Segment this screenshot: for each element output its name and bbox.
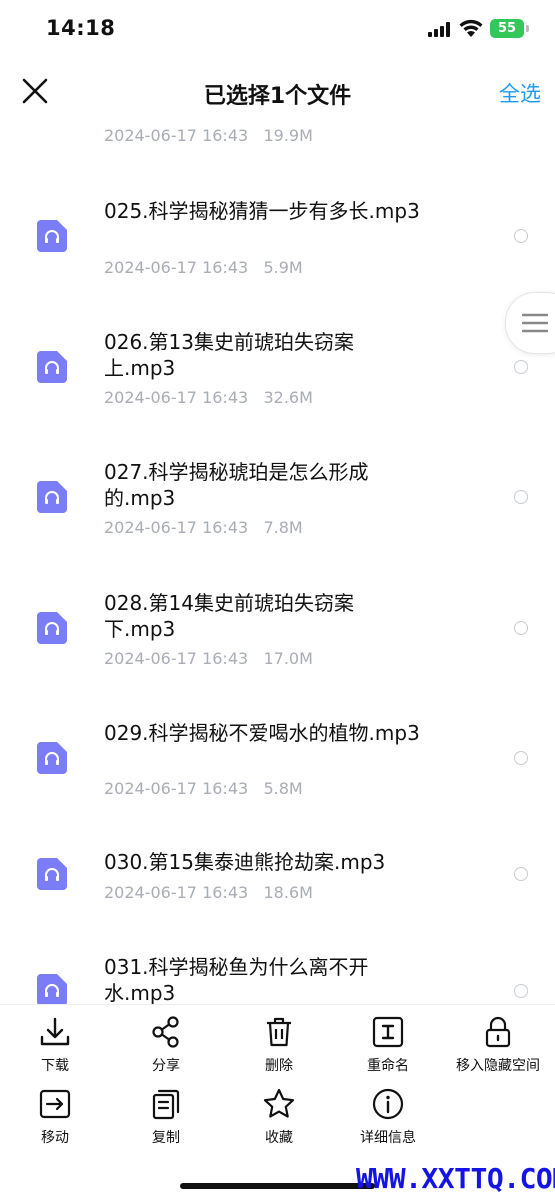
move-label: 移动 [41,1130,69,1146]
share-icon [152,1016,179,1048]
list-item-meta: 2024-06-17 16:43 18.6M [104,883,313,902]
file-date: 2024-06-17 16:43 [104,649,249,668]
list-item-meta: 2024-06-17 16:43 5.9M [104,258,303,277]
file-size: 5.9M [263,258,303,277]
select-radio[interactable] [514,490,528,504]
copy-icon [152,1089,180,1120]
audio-file-icon [37,858,67,890]
details-button[interactable]: 详细信息 [338,1087,438,1147]
file-size: 17.0M [263,649,313,668]
file-name: 026.第13集史前琥珀失窃案上.mp3 [104,330,354,380]
move-to-private-label: 移入隐藏空间 [456,1058,540,1074]
file-size: 7.8M [263,518,303,537]
audio-file-icon [37,481,67,513]
file-date: 2024-06-17 16:43 [104,388,249,407]
select-radio[interactable] [514,984,528,998]
wifi-icon [459,19,483,37]
rename-button[interactable]: 重命名 [338,1015,438,1075]
header: 已选择1个文件 全选 [0,60,555,124]
file-date: 2024-06-17 16:43 [104,779,249,798]
status-bar: 14:18 55 [0,0,555,60]
file-date: 2024-06-17 16:43 [104,883,249,902]
page-title: 已选择1个文件 [203,84,352,109]
status-time: 14:18 [46,16,116,40]
battery-icon: 55 [490,19,524,38]
download-label: 下载 [41,1058,69,1074]
audio-file-icon [37,220,67,252]
audio-file-icon [37,351,67,383]
audio-file-icon [37,612,67,644]
list-item-meta: 2024-06-17 16:43 19.9M [104,126,313,145]
move-button[interactable]: 移动 [5,1087,105,1147]
share-button[interactable]: 分享 [116,1015,216,1075]
file-name: 029.科学揭秘不爱喝水的植物.mp3 [104,721,420,745]
select-radio[interactable] [514,229,528,243]
file-name: 027.科学揭秘琥珀是怎么形成的.mp3 [104,460,369,510]
file-name: 031.科学揭秘鱼为什么离不开水.mp3 [104,955,369,1005]
file-date: 2024-06-17 16:43 [104,518,249,537]
cellular-signal-icon [428,21,454,37]
list-item-meta: 2024-06-17 16:43 7.8M [104,518,303,537]
copy-button[interactable]: 复制 [116,1087,216,1147]
home-indicator [180,1183,375,1189]
info-icon [372,1088,404,1120]
rename-icon [372,1016,404,1048]
file-date: 2024-06-17 16:43 [104,258,249,277]
file-size: 18.6M [263,883,313,902]
menu-icon [522,313,548,333]
rename-label: 重命名 [367,1058,409,1074]
watermark: WWW.XXTTQ.COM [356,1162,555,1195]
copy-label: 复制 [152,1130,180,1146]
list-item-meta: 2024-06-17 16:43 32.6M [104,388,313,407]
star-icon [263,1088,295,1118]
select-radio[interactable] [514,751,528,765]
delete-label: 删除 [265,1058,293,1074]
delete-button[interactable]: 删除 [229,1015,329,1075]
file-name: 025.科学揭秘猜猜一步有多长.mp3 [104,199,420,223]
trash-icon [267,1017,291,1047]
audio-file-icon [37,974,67,1006]
select-radio[interactable] [514,621,528,635]
file-size: 32.6M [263,388,313,407]
move-to-private-button[interactable]: 移入隐藏空间 [448,1015,548,1075]
list-item-meta: 2024-06-17 16:43 17.0M [104,649,313,668]
move-icon [39,1089,71,1119]
details-label: 详细信息 [360,1130,416,1146]
download-button[interactable]: 下载 [5,1015,105,1075]
audio-file-icon [37,742,67,774]
file-size: 19.9M [263,126,313,145]
file-size: 5.8M [263,779,303,798]
select-all-button[interactable]: 全选 [499,78,541,108]
select-radio[interactable] [514,360,528,374]
download-icon [40,1017,70,1046]
file-name: 030.第15集泰迪熊抢劫案.mp3 [104,850,386,874]
select-radio[interactable] [514,867,528,881]
favorite-label: 收藏 [265,1130,293,1146]
floating-menu-handle[interactable] [505,292,555,354]
favorite-button[interactable]: 收藏 [229,1087,329,1147]
file-date: 2024-06-17 16:43 [104,126,249,145]
battery-tip [526,25,529,32]
file-name: 028.第14集史前琥珀失窃案下.mp3 [104,591,354,641]
share-label: 分享 [152,1058,180,1074]
list-item-meta: 2024-06-17 16:43 5.8M [104,779,303,798]
lock-icon [485,1016,511,1048]
